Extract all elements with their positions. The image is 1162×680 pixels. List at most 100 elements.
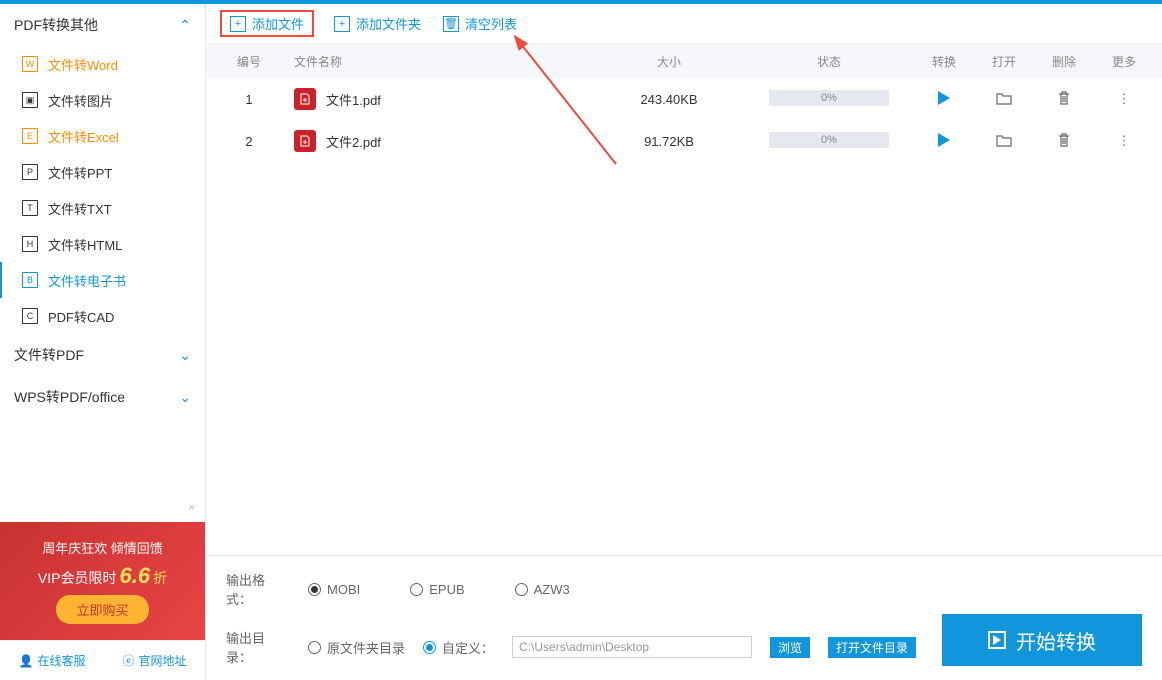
format-label: EPUB	[429, 582, 464, 597]
sidebar-item-label: 文件转图片	[48, 91, 113, 110]
sidebar-item-label: PDF转CAD	[48, 307, 114, 326]
output-panel: 输出格式： MOBIEPUBAZW3 输出目录： 原文件夹目录 自定义： 浏览 …	[206, 555, 1162, 680]
sidebar-item-label: 文件转TXT	[48, 199, 112, 218]
file-size: 91.72KB	[594, 134, 744, 149]
delete-button[interactable]	[1034, 90, 1094, 109]
promo-banner: 周年庆狂欢 倾情回馈 VIP会员限时 6.6 折 立即购买	[0, 522, 205, 640]
radio-icon	[308, 583, 321, 596]
file-type-icon: C	[22, 308, 38, 324]
ie-icon: ⓔ	[122, 652, 134, 669]
header-open: 打开	[974, 53, 1034, 70]
toolbar: + 添加文件 + 添加文件夹 🗑 清空列表	[206, 4, 1162, 44]
file-type-icon: P	[22, 164, 38, 180]
delete-button[interactable]	[1034, 132, 1094, 151]
format-radio-epub[interactable]: EPUB	[410, 582, 464, 597]
support-link[interactable]: 👤在线客服	[19, 652, 86, 669]
sidebar-item-2[interactable]: E 文件转Excel	[0, 118, 205, 154]
header-status: 状态	[744, 53, 914, 70]
file-name: 文件1.pdf	[326, 90, 381, 109]
dir-original-radio[interactable]: 原文件夹目录	[308, 638, 405, 657]
chevron-up-icon: ⌃	[179, 17, 191, 34]
file-size: 243.40KB	[594, 92, 744, 107]
dir-custom-radio[interactable]: 自定义：	[423, 638, 494, 657]
sidebar-item-label: 文件转PPT	[48, 163, 112, 182]
content-area: + 添加文件 + 添加文件夹 🗑 清空列表 编号 文件名称 大小 状态 转换 打…	[206, 4, 1162, 680]
sidebar-item-label: 文件转电子书	[48, 271, 126, 290]
dir-label: 输出目录：	[226, 628, 290, 666]
path-input[interactable]	[512, 636, 752, 658]
section-title: WPS转PDF/office	[14, 387, 125, 407]
file-type-icon: T	[22, 200, 38, 216]
format-radio-azw3[interactable]: AZW3	[515, 582, 570, 597]
add-file-button[interactable]: + 添加文件	[220, 10, 314, 37]
section-pdf-to-other[interactable]: PDF转换其他 ⌃	[0, 4, 205, 46]
chevron-down-icon: ⌄	[179, 389, 191, 406]
add-folder-button[interactable]: + 添加文件夹	[332, 13, 423, 34]
sidebar-item-1[interactable]: ▣ 文件转图片	[0, 82, 205, 118]
section-title: 文件转PDF	[14, 345, 84, 365]
sidebar-item-7[interactable]: C PDF转CAD	[0, 298, 205, 334]
sidebar-item-0[interactable]: W 文件转Word	[0, 46, 205, 82]
promo-discount: VIP会员限时 6.6 折	[38, 563, 167, 589]
more-button[interactable]: ⋮	[1094, 133, 1154, 149]
format-label: 输出格式：	[226, 570, 290, 608]
progress-bar: 0%	[769, 132, 889, 148]
sidebar-item-5[interactable]: H 文件转HTML	[0, 226, 205, 262]
format-radio-mobi[interactable]: MOBI	[308, 582, 360, 597]
section-file-to-pdf[interactable]: 文件转PDF ⌄	[0, 334, 205, 376]
header-num: 编号	[224, 53, 274, 70]
header-more: 更多	[1094, 53, 1154, 70]
close-icon[interactable]: ×	[189, 502, 195, 514]
radio-icon	[410, 583, 423, 596]
plus-icon: +	[334, 16, 350, 32]
section-wps-to-pdf[interactable]: WPS转PDF/office ⌄	[0, 376, 205, 418]
header-convert: 转换	[914, 53, 974, 70]
table-row: 1 文件1.pdf 243.40KB 0% ⋮	[206, 78, 1162, 120]
sidebar-item-6[interactable]: B 文件转电子书	[0, 262, 205, 298]
file-type-icon: W	[22, 56, 38, 72]
promo-text: 周年庆狂欢 倾情回馈	[42, 538, 163, 557]
header-delete: 删除	[1034, 53, 1094, 70]
sidebar-item-label: 文件转Excel	[48, 127, 119, 146]
radio-icon	[423, 641, 436, 654]
plus-icon: +	[230, 16, 246, 32]
file-type-icon: E	[22, 128, 38, 144]
start-convert-button[interactable]: 开始转换	[942, 614, 1142, 666]
convert-button[interactable]	[914, 133, 974, 150]
sidebar-item-label: 文件转HTML	[48, 235, 122, 254]
file-type-icon: B	[22, 272, 38, 288]
more-button[interactable]: ⋮	[1094, 91, 1154, 107]
play-icon	[988, 631, 1006, 649]
sidebar-item-4[interactable]: T 文件转TXT	[0, 190, 205, 226]
format-label: AZW3	[534, 582, 570, 597]
file-type-icon: H	[22, 236, 38, 252]
open-folder-button[interactable]	[974, 133, 1034, 150]
open-folder-button[interactable]	[974, 91, 1034, 108]
clear-list-button[interactable]: 🗑 清空列表	[441, 13, 519, 34]
row-num: 2	[224, 134, 274, 149]
sidebar: PDF转换其他 ⌃ W 文件转Word ▣ 文件转图片 E 文件转Excel P 文件转PPT…	[0, 4, 206, 680]
file-name: 文件2.pdf	[326, 132, 381, 151]
trash-icon: 🗑	[443, 16, 459, 32]
header-size: 大小	[594, 53, 744, 70]
website-link[interactable]: ⓔ官网地址	[122, 652, 186, 669]
user-icon: 👤	[19, 654, 34, 668]
table-row: 2 文件2.pdf 91.72KB 0% ⋮	[206, 120, 1162, 162]
table-header: 编号 文件名称 大小 状态 转换 打开 删除 更多	[206, 44, 1162, 78]
row-num: 1	[224, 92, 274, 107]
sidebar-item-3[interactable]: P 文件转PPT	[0, 154, 205, 190]
convert-button[interactable]	[914, 91, 974, 108]
sidebar-item-label: 文件转Word	[48, 55, 118, 74]
open-dir-button[interactable]: 打开文件目录	[828, 637, 916, 658]
pdf-icon	[294, 130, 316, 152]
header-name: 文件名称	[274, 53, 594, 70]
browse-button[interactable]: 浏览	[770, 637, 810, 658]
section-title: PDF转换其他	[14, 15, 98, 35]
file-type-icon: ▣	[22, 92, 38, 108]
radio-icon	[515, 583, 528, 596]
radio-icon	[308, 641, 321, 654]
format-label: MOBI	[327, 582, 360, 597]
buy-now-button[interactable]: 立即购买	[56, 595, 148, 624]
progress-bar: 0%	[769, 90, 889, 106]
chevron-down-icon: ⌄	[179, 347, 191, 364]
